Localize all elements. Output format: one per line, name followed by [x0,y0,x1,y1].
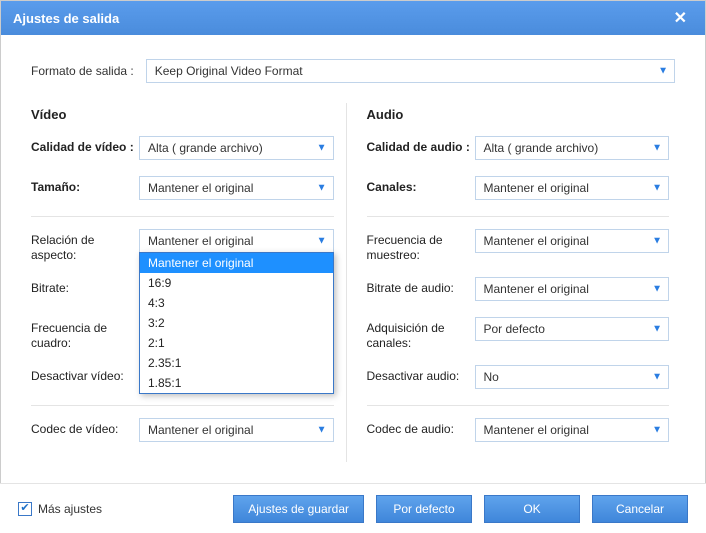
video-bitrate-label: Bitrate: [31,277,139,296]
output-format-value: Keep Original Video Format [155,64,303,78]
output-format-label: Formato de salida : [31,64,134,78]
chevron-down-icon: ▼ [658,66,668,77]
chevron-down-icon: ▼ [652,284,662,295]
audio-channels-label: Canales: [367,176,475,195]
video-aspect-select[interactable]: Mantener el original▼ [139,229,334,253]
save-settings-button[interactable]: Ajustes de guardar [233,495,364,523]
chevron-down-icon: ▼ [652,143,662,154]
audio-quality-select[interactable]: Alta ( grande archivo)▼ [475,136,670,160]
audio-bitrate-select[interactable]: Mantener el original▼ [475,277,670,301]
audio-acquire-select[interactable]: Por defecto▼ [475,317,670,341]
audio-disable-label: Desactivar audio: [367,365,475,384]
chevron-down-icon: ▼ [652,324,662,335]
more-settings-checkbox[interactable]: ✔ Más ajustes [18,502,102,516]
footer: ✔ Más ajustes Ajustes de guardar Por def… [0,483,706,533]
aspect-option[interactable]: 1.85:1 [140,373,333,393]
more-settings-label: Más ajustes [38,502,102,516]
output-format-select[interactable]: Keep Original Video Format ▼ [146,59,675,83]
aspect-option[interactable]: 4:3 [140,293,333,313]
titlebar: Ajustes de salida ✕ [1,1,705,35]
video-codec-label: Codec de vídeo: [31,418,139,437]
video-column: Vídeo Calidad de vídeo : Alta ( grande a… [25,103,346,462]
chevron-down-icon: ▼ [652,236,662,247]
ok-button[interactable]: OK [484,495,580,523]
close-icon[interactable]: ✕ [668,6,693,30]
chevron-down-icon: ▼ [652,372,662,383]
chevron-down-icon: ▼ [317,143,327,154]
audio-codec-label: Codec de audio: [367,418,475,437]
chevron-down-icon: ▼ [317,236,327,247]
video-quality-label: Calidad de vídeo : [31,136,139,155]
aspect-option[interactable]: 3:2 [140,313,333,333]
audio-quality-label: Calidad de audio : [367,136,475,155]
chevron-down-icon: ▼ [652,183,662,194]
audio-samplerate-select[interactable]: Mantener el original▼ [475,229,670,253]
audio-heading: Audio [367,107,670,122]
aspect-option[interactable]: 2:1 [140,333,333,353]
checkbox-icon: ✔ [18,502,32,516]
video-framerate-label: Frecuencia de cuadro: [31,317,139,351]
aspect-option[interactable]: 16:9 [140,273,333,293]
audio-bitrate-label: Bitrate de audio: [367,277,475,296]
chevron-down-icon: ▼ [652,425,662,436]
video-aspect-dropdown[interactable]: Mantener el original 16:9 4:3 3:2 2:1 2.… [139,252,334,394]
default-button[interactable]: Por defecto [376,495,472,523]
chevron-down-icon: ▼ [317,425,327,436]
audio-acquire-label: Adquisición de canales: [367,317,475,351]
audio-codec-select[interactable]: Mantener el original▼ [475,418,670,442]
video-aspect-label: Relación de aspecto: [31,229,139,263]
video-heading: Vídeo [31,107,334,122]
video-size-select[interactable]: Mantener el original▼ [139,176,334,200]
video-quality-select[interactable]: Alta ( grande archivo)▼ [139,136,334,160]
audio-channels-select[interactable]: Mantener el original▼ [475,176,670,200]
cancel-button[interactable]: Cancelar [592,495,688,523]
chevron-down-icon: ▼ [317,183,327,194]
video-codec-select[interactable]: Mantener el original▼ [139,418,334,442]
video-disable-label: Desactivar vídeo: [31,365,139,384]
video-size-label: Tamaño: [31,176,139,195]
audio-column: Audio Calidad de audio : Alta ( grande a… [346,103,682,462]
aspect-option[interactable]: 2.35:1 [140,353,333,373]
aspect-option[interactable]: Mantener el original [140,253,333,273]
audio-disable-select[interactable]: No▼ [475,365,670,389]
dialog-title: Ajustes de salida [13,11,668,26]
audio-samplerate-label: Frecuencia de muestreo: [367,229,475,263]
